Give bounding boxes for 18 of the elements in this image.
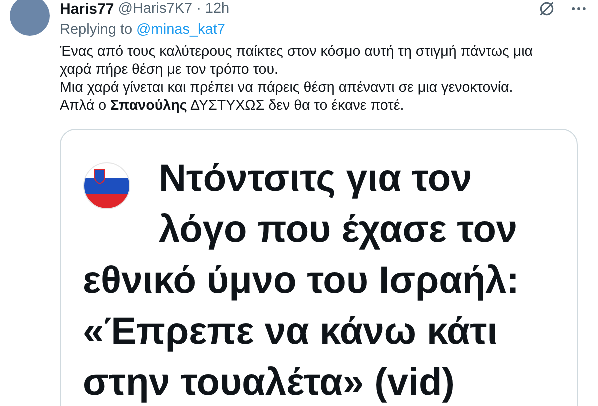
card-headline-line: εθνικό ύμνο του Ισραήλ: <box>83 259 520 304</box>
card-headline-line: Ντόντσιτς για τον <box>159 157 472 202</box>
card-headline-line: λόγο που έχασε τον <box>159 208 518 253</box>
separator: · <box>196 1 202 17</box>
card-headline-line: «Έπρεπε να κάνω κάτι <box>83 310 498 355</box>
replying-label: Replying to <box>60 22 133 38</box>
tweet-text-line: Απλά ο Σπανούλης ΔΥΣΤΥΧΩΣ δεν θα το έκανε ποτέ. <box>60 97 406 115</box>
slashed-circle-icon[interactable] <box>538 0 556 18</box>
avatar[interactable] <box>10 0 50 36</box>
timestamp[interactable]: 12h <box>205 1 230 17</box>
flag-icon <box>83 162 131 210</box>
card-headline-line: στην τουαλέτα» (vid) <box>83 361 455 406</box>
display-name[interactable]: Haris77 <box>60 0 114 18</box>
tweet-text-line: Μια χαρά γίνεται και πρέπει να πάρεις θέση απέναντι σε μια γενοκτονία. <box>60 79 514 97</box>
link-card[interactable]: Ντόντσιτς για τον λόγο που έχασε τον εθνικό ύμνο του Ισραήλ: «Έπρεπε να κάνω κάτι στην τουαλέτα» (vid) <box>60 129 578 406</box>
tweet-text-line: Ένας από τους καλύτερους παίκτες στον κόσμο αυτή τη στιγμή πάντως μια <box>60 43 534 61</box>
handle[interactable]: @Haris7K7 <box>118 1 193 17</box>
tweet-text-line: χαρά πήρε θέση με τον τρόπο του. <box>60 61 280 79</box>
